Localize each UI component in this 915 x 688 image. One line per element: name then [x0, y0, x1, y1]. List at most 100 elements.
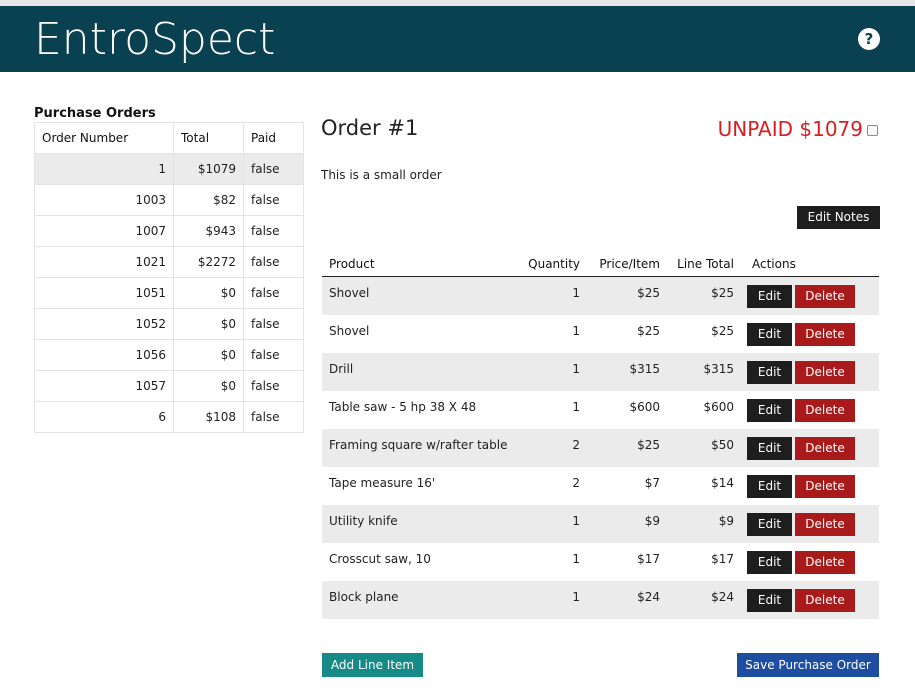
- line-quantity: 1: [572, 514, 580, 528]
- line-price: $24: [637, 590, 660, 604]
- purchase-order-row[interactable]: 1003 $82 false: [34, 184, 304, 216]
- order-number-cell: 1: [34, 153, 174, 185]
- line-actions: Edit Delete: [734, 505, 879, 536]
- order-title: Order #1: [321, 116, 419, 140]
- line-actions: Edit Delete: [734, 581, 879, 612]
- order-total-cell: $2272: [173, 246, 244, 278]
- line-total: $315: [703, 362, 734, 376]
- col-actions: Actions: [752, 257, 796, 271]
- line-quantity: 1: [572, 286, 580, 300]
- purchase-order-row[interactable]: 1056 $0 false: [34, 339, 304, 371]
- order-notes: This is a small order: [321, 168, 442, 182]
- line-quantity: 2: [572, 438, 580, 452]
- order-number-cell: 1021: [34, 246, 174, 278]
- delete-line-button[interactable]: Delete: [795, 589, 855, 612]
- purchase-order-row[interactable]: 1057 $0 false: [34, 370, 304, 402]
- purchase-order-row[interactable]: 1021 $2272 false: [34, 246, 304, 278]
- delete-line-button[interactable]: Delete: [795, 361, 855, 384]
- line-actions: Edit Delete: [734, 543, 879, 574]
- line-item-row: Shovel 1 $25 $25 Edit Delete: [322, 315, 879, 353]
- purchase-orders-header: Order Number Total Paid: [34, 122, 304, 154]
- order-paid-cell: false: [243, 153, 304, 185]
- order-paid-cell: false: [243, 277, 304, 309]
- order-status: UNPAID $1079: [717, 117, 863, 141]
- purchase-orders-title: Purchase Orders: [34, 106, 156, 121]
- purchase-order-row[interactable]: 1051 $0 false: [34, 277, 304, 309]
- line-actions: Edit Delete: [734, 315, 879, 346]
- delete-line-button[interactable]: Delete: [795, 323, 855, 346]
- delete-line-button[interactable]: Delete: [795, 513, 855, 536]
- order-number-cell: 1052: [34, 308, 174, 340]
- line-product: Table saw - 5 hp 38 X 48: [329, 400, 477, 414]
- order-paid-cell: false: [243, 308, 304, 340]
- col-price: Price/Item: [599, 257, 660, 271]
- save-purchase-order-button[interactable]: Save Purchase Order: [737, 653, 879, 677]
- edit-line-button[interactable]: Edit: [747, 551, 792, 574]
- line-price: $9: [644, 514, 660, 528]
- line-actions: Edit Delete: [734, 467, 879, 498]
- line-quantity: 1: [572, 590, 580, 604]
- edit-notes-button[interactable]: Edit Notes: [797, 206, 880, 229]
- paid-checkbox[interactable]: [867, 125, 878, 136]
- line-product: Utility knife: [329, 514, 398, 528]
- line-total: $14: [711, 476, 734, 490]
- order-paid-cell: false: [243, 339, 304, 371]
- add-line-item-button[interactable]: Add Line Item: [322, 653, 423, 677]
- line-total: $9: [718, 514, 734, 528]
- purchase-order-row[interactable]: 1 $1079 false: [34, 153, 304, 185]
- order-paid-cell: false: [243, 370, 304, 402]
- line-item-row: Block plane 1 $24 $24 Edit Delete: [322, 581, 879, 619]
- line-quantity: 1: [572, 400, 580, 414]
- order-total-cell: $0: [173, 339, 244, 371]
- purchase-order-row[interactable]: 1007 $943 false: [34, 215, 304, 247]
- line-product: Tape measure 16': [329, 476, 436, 490]
- order-total-cell: $943: [173, 215, 244, 247]
- order-number-cell: 6: [34, 401, 174, 433]
- line-product: Crosscut saw, 10: [329, 552, 431, 566]
- line-total: $25: [711, 286, 734, 300]
- order-total-cell: $108: [173, 401, 244, 433]
- edit-line-button[interactable]: Edit: [747, 361, 792, 384]
- delete-line-button[interactable]: Delete: [795, 437, 855, 460]
- line-item-row: Drill 1 $315 $315 Edit Delete: [322, 353, 879, 391]
- line-total: $24: [711, 590, 734, 604]
- edit-line-button[interactable]: Edit: [747, 285, 792, 308]
- order-paid-cell: false: [243, 184, 304, 216]
- purchase-order-row[interactable]: 1052 $0 false: [34, 308, 304, 340]
- line-quantity: 1: [572, 552, 580, 566]
- col-order-number[interactable]: Order Number: [34, 122, 174, 154]
- line-product: Framing square w/rafter table: [329, 438, 508, 452]
- line-item-row: Crosscut saw, 10 1 $17 $17 Edit Delete: [322, 543, 879, 581]
- line-price: $25: [637, 286, 660, 300]
- edit-line-button[interactable]: Edit: [747, 437, 792, 460]
- order-total-cell: $0: [173, 370, 244, 402]
- order-number-cell: 1056: [34, 339, 174, 371]
- edit-line-button[interactable]: Edit: [747, 513, 792, 536]
- order-total-cell: $1079: [173, 153, 244, 185]
- edit-line-button[interactable]: Edit: [747, 323, 792, 346]
- line-product: Shovel: [329, 324, 370, 338]
- line-total: $600: [703, 400, 734, 414]
- line-actions: Edit Delete: [734, 391, 879, 422]
- delete-line-button[interactable]: Delete: [795, 475, 855, 498]
- delete-line-button[interactable]: Delete: [795, 399, 855, 422]
- col-paid[interactable]: Paid: [243, 122, 304, 154]
- col-total[interactable]: Total: [173, 122, 244, 154]
- line-quantity: 1: [572, 324, 580, 338]
- line-items-table: Product Quantity Price/Item Line Total A…: [322, 252, 879, 619]
- line-price: $600: [629, 400, 660, 414]
- line-price: $25: [637, 324, 660, 338]
- purchase-order-row[interactable]: 6 $108 false: [34, 401, 304, 433]
- line-item-row: Table saw - 5 hp 38 X 48 1 $600 $600 Edit Del…: [322, 391, 879, 429]
- question-circle-icon[interactable]: ?: [858, 28, 880, 50]
- delete-line-button[interactable]: Delete: [795, 551, 855, 574]
- order-number-cell: 1007: [34, 215, 174, 247]
- delete-line-button[interactable]: Delete: [795, 285, 855, 308]
- line-actions: Edit Delete: [734, 353, 879, 384]
- line-item-row: Tape measure 16' 2 $7 $14 Edit Delete: [322, 467, 879, 505]
- line-total: $50: [711, 438, 734, 452]
- line-product: Shovel: [329, 286, 370, 300]
- edit-line-button[interactable]: Edit: [747, 475, 792, 498]
- edit-line-button[interactable]: Edit: [747, 399, 792, 422]
- edit-line-button[interactable]: Edit: [747, 589, 792, 612]
